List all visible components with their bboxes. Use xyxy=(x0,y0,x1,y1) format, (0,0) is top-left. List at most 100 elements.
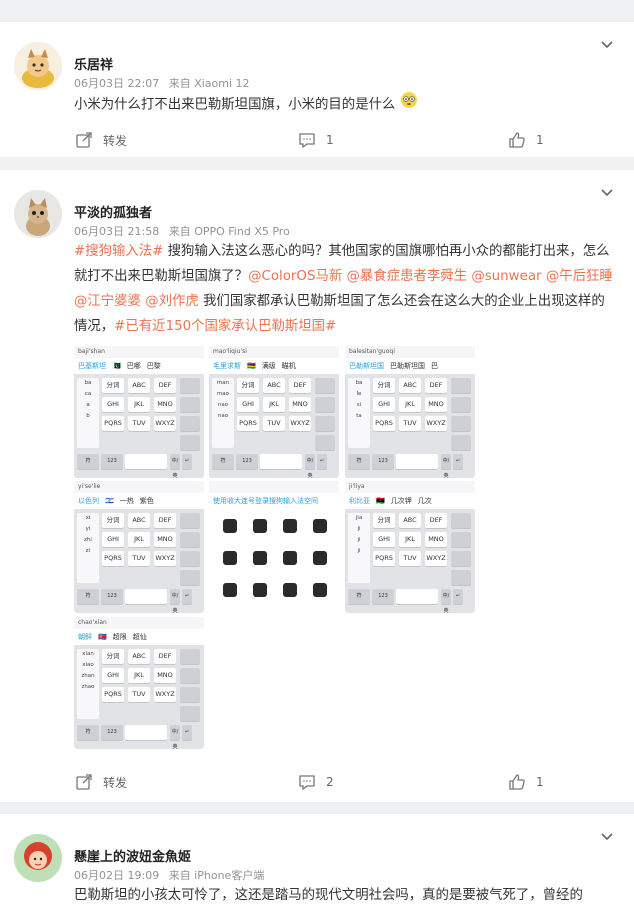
candidate-word: 一热 xyxy=(119,497,134,505)
keyboard-key: PQRS xyxy=(102,416,124,431)
keyboard-key xyxy=(451,513,471,528)
app-icon xyxy=(313,519,327,533)
avatar[interactable] xyxy=(14,834,62,882)
syllable-option: man xyxy=(216,380,230,386)
keyboard-key: WXYZ xyxy=(289,416,311,431)
candidate-word: 🇲🇺 xyxy=(247,362,256,370)
keyboard-key xyxy=(315,378,335,393)
candidate-word: 巴勒斯坦国 xyxy=(390,362,425,370)
image-thumbnail[interactable]: chao'xian 朝鲜 🇰🇵 超限 超仙 xian xiao zhan zhao 分词 ABC DE… xyxy=(74,617,204,749)
syllable-option: ji xyxy=(357,537,361,543)
keyboard-key: 123 xyxy=(101,454,123,469)
keyboard-key: 符 xyxy=(348,589,370,604)
keyboard-key: ↵ xyxy=(453,589,463,604)
keyboard-key: 分词 xyxy=(102,513,124,528)
keyboard-key xyxy=(180,551,200,566)
keyboard-key: MNO xyxy=(425,532,447,547)
repost-icon xyxy=(76,132,92,148)
hashtag-or-mention-link[interactable]: @刘作虎 xyxy=(145,294,199,309)
syllable-option: le xyxy=(356,391,362,397)
keyboard-key: ABC xyxy=(263,378,285,393)
syllable-option: b xyxy=(86,413,90,419)
post-meta: 06月03日 21:58 来自 OPPO Find X5 Pro xyxy=(74,223,296,239)
repost-label: 转发 xyxy=(103,775,128,790)
keyboard-key: 分词 xyxy=(373,513,395,528)
keyboard-key: ABC xyxy=(128,378,150,393)
hashtag-or-mention-link[interactable]: @暴食症患者李舜生 xyxy=(347,269,468,284)
keyboard-key xyxy=(396,589,438,604)
candidate-word: 巴基斯坦 xyxy=(78,362,106,370)
keyboard-key: JKL xyxy=(399,397,421,412)
username[interactable]: 平淡的孤独者 xyxy=(74,202,152,221)
keyboard-key: WXYZ xyxy=(154,551,176,566)
hashtag-or-mention-link[interactable]: #搜狗输入法# xyxy=(74,244,163,259)
syllable-option: ji xyxy=(357,526,361,532)
chevron-down-icon[interactable] xyxy=(600,40,614,50)
image-thumbnail[interactable]: yi'se'lie 以色列 🇮🇱 一热 紫色 xi yi zhi zi 分词 ABC DEF GHI JK… xyxy=(74,481,204,613)
keyboard-key: GHI xyxy=(102,668,124,683)
post-source: 来自 iPhone客户端 xyxy=(168,869,265,882)
app-icon xyxy=(253,519,267,533)
repost-button[interactable]: 转发 xyxy=(75,770,127,794)
keyboard-key xyxy=(180,513,200,528)
hashtag-or-mention-link[interactable]: @ColorOS马新 xyxy=(248,269,342,284)
keyboard-key: PQRS xyxy=(373,551,395,566)
hashtag-or-mention-link[interactable]: @sunwear xyxy=(471,269,541,284)
like-count: 1 xyxy=(536,775,544,789)
keyboard-key: GHI xyxy=(237,397,259,412)
hashtag-or-mention-link[interactable]: #已有近150个国家承认巴勒斯坦国# xyxy=(114,319,336,334)
app-icon xyxy=(253,583,267,597)
syllable-option: mao xyxy=(216,391,230,397)
syllable-option: yi xyxy=(85,526,91,532)
keyboard-key: 中/英 xyxy=(441,589,451,613)
username[interactable]: 懸崖上的波妞金魚姬 xyxy=(74,846,191,865)
keyboard-pinyin: baji'shan xyxy=(74,346,204,358)
candidate-word: 🇰🇵 xyxy=(98,633,107,641)
post-text-content: 小米为什么打不出来巴勒斯坦国旗，小米的目的是什么 xyxy=(74,97,396,113)
chevron-down-icon[interactable] xyxy=(600,188,614,198)
candidate-bar: 毛里求斯 🇲🇺 满级 瞄机 xyxy=(209,358,339,374)
keyboard-key: TUV xyxy=(128,416,150,431)
keyboard-pinyin: mao'liqiu'si xyxy=(209,346,339,358)
like-button[interactable]: 1 xyxy=(508,770,544,794)
chevron-down-icon[interactable] xyxy=(600,832,614,842)
image-thumbnail[interactable]: balesitan'guoqi 巴勒斯坦国 巴勒斯坦国巴 ba le si ta 分词 ABC D… xyxy=(345,346,475,478)
comment-button[interactable]: 2 xyxy=(298,770,334,794)
comment-button[interactable]: 1 xyxy=(298,128,334,152)
post-text: #搜狗输入法# 搜狗输入法这么恶心的吗？其他国家的国旗哪怕再小众的都能打出来，怎… xyxy=(74,239,614,339)
image-thumbnail[interactable]: baji'shan 巴基斯坦 🇵🇰 巴哪 巴黎 ba ca a b 分词 ABC DEF GHI JKL M… xyxy=(74,346,204,478)
action-bar: 转发 1 1 xyxy=(0,128,634,152)
keyboard-key: ABC xyxy=(399,378,421,393)
keyboard-key: 分词 xyxy=(373,378,395,393)
syllable-list: man mao nao nao xyxy=(212,378,234,448)
hashtag-or-mention-link[interactable]: @江宁婆婆 xyxy=(74,294,141,309)
hashtag-or-mention-link[interactable]: @午后狂睡 xyxy=(546,269,613,284)
syllable-option: ca xyxy=(84,391,92,397)
keyboard-pinyin: balesitan'guoqi xyxy=(345,346,475,358)
keyboard-key: ABC xyxy=(128,649,150,664)
image-thumbnail[interactable]: 使用收大连号登录搜狗输入法空间 xyxy=(209,481,339,613)
image-thumbnail[interactable]: mao'liqiu'si 毛里求斯 🇲🇺 满级 瞄机 man mao nao nao 分词 ABC D… xyxy=(209,346,339,478)
username[interactable]: 乐居祥 xyxy=(74,54,113,73)
repost-button[interactable]: 转发 xyxy=(75,128,127,152)
keyboard-key: MNO xyxy=(154,668,176,683)
candidate-word: 🇵🇰 xyxy=(112,362,121,370)
image-thumbnail[interactable]: ji'liya 利比亚 🇱🇾 几次钾 几次 jia ji ji ji 分词 ABC DEF GHI JKL… xyxy=(345,481,475,613)
keyboard-key: TUV xyxy=(399,551,421,566)
thumbs-up-icon xyxy=(509,774,525,790)
avatar[interactable] xyxy=(14,42,62,90)
candidate-bar: 利比亚 🇱🇾 几次钾 几次 xyxy=(345,493,475,509)
avatar[interactable] xyxy=(14,190,62,238)
candidate-word: 几次 xyxy=(417,497,432,505)
keyboard-key: GHI xyxy=(373,532,395,547)
keyboard-key: ABC xyxy=(128,513,150,528)
comment-icon xyxy=(299,775,315,791)
keyboard-key xyxy=(180,397,200,412)
post-date: 06月03日 22:07 xyxy=(74,77,160,90)
syllable-list: ba le si ta xyxy=(348,378,370,448)
like-button[interactable]: 1 xyxy=(508,128,544,152)
app-icon xyxy=(283,519,297,533)
keyboard-key: DEF xyxy=(425,513,447,528)
keyboard-key: 123 xyxy=(372,454,394,469)
keyboard-key xyxy=(125,725,167,740)
